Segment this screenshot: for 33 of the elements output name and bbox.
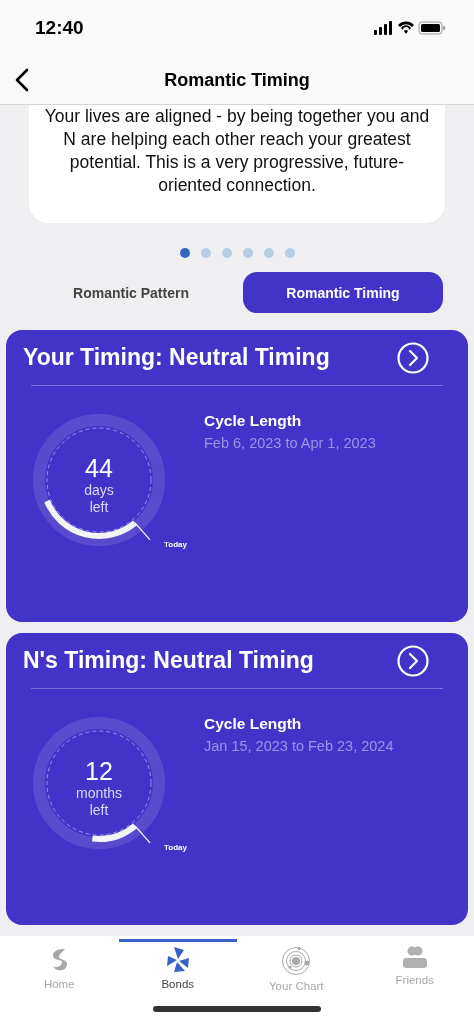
chevron-circle-icon[interactable] — [397, 341, 429, 374]
timing-title: N's Timing: Neutral Timing — [23, 647, 314, 674]
detail-label: Cycle Length — [204, 715, 303, 733]
timing-title: Your Timing: Neutral Timing — [23, 344, 330, 371]
countdown-unit: months — [76, 785, 122, 802]
countdown-unit: days — [84, 482, 114, 499]
signal-icon — [374, 21, 392, 35]
wifi-icon — [398, 21, 414, 34]
page-dot[interactable] — [221, 248, 232, 258]
chevron-circle-icon[interactable] — [397, 644, 429, 677]
detail-value: Feb 6, 2023 to Apr 1, 2023 — [204, 435, 376, 451]
screen-title: Romantic Timing — [164, 69, 310, 91]
battery-icon — [418, 21, 445, 35]
page-dot[interactable] — [284, 248, 295, 258]
detail-value: Jan 15, 2023 to Feb 23, 2024 — [204, 738, 394, 754]
countdown-suffix: left — [89, 499, 109, 516]
page-dot[interactable] — [200, 248, 211, 258]
segment-tab[interactable]: Romantic Pattern — [31, 272, 231, 313]
segment-tab[interactable]: Romantic Timing — [243, 272, 443, 313]
today-label: Today — [164, 540, 187, 549]
today-label: Today — [164, 843, 187, 852]
page-dot[interactable] — [242, 248, 253, 258]
page-dot[interactable] — [179, 248, 190, 258]
page-dot[interactable] — [263, 248, 274, 258]
countdown-suffix: left — [89, 802, 109, 819]
countdown-number: 44 — [85, 454, 113, 482]
status-time: 12:40 — [35, 17, 84, 39]
countdown-number: 12 — [85, 757, 113, 785]
back-icon[interactable] — [15, 68, 29, 92]
orbit-icon — [281, 946, 312, 976]
summary-text: Your lives are aligned - by being together you and N are helping each other reach your greatest potential. This is a very progressive, future-oriented connection. — [43, 105, 431, 197]
detail-label: Cycle Length — [204, 412, 303, 430]
people-icon — [400, 946, 429, 970]
